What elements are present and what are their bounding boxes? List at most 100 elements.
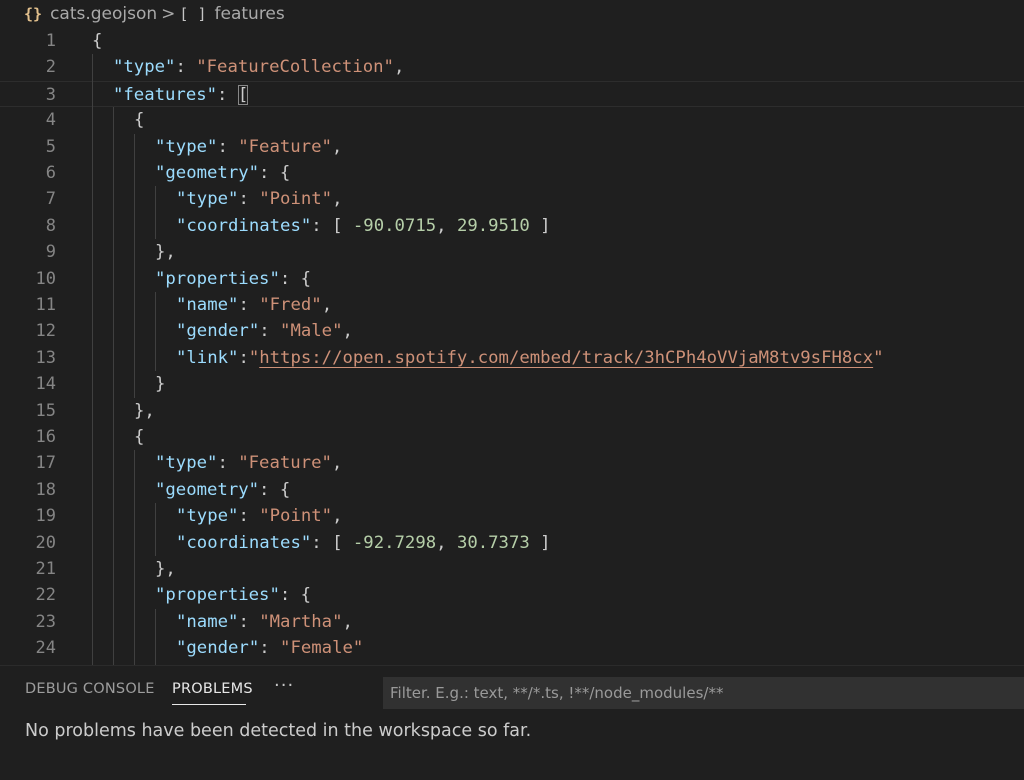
json-key: "link"	[176, 347, 239, 368]
line-number: 23	[35, 611, 56, 632]
code-line[interactable]: 14}	[0, 371, 1024, 397]
code-line[interactable]: 23 "name": "Martha",	[0, 609, 1024, 635]
line-number: 6	[45, 163, 56, 183]
line-number: 20	[35, 532, 56, 553]
code-line[interactable]: 3 "features": [	[0, 80, 1024, 108]
code-line[interactable]: 6 "geometry": {	[0, 160, 1024, 186]
json-punctuation: : [	[311, 532, 353, 553]
problems-filter-input[interactable]	[383, 677, 1024, 709]
json-string: "Fred"	[259, 295, 322, 315]
line-number: 12	[35, 321, 56, 342]
json-punctuation: : {	[259, 479, 291, 500]
line-code: "name": "Fred",	[176, 292, 332, 318]
code-line[interactable]: 20 "coordinates": [ -92.7298, 30.7373 ]	[0, 530, 1024, 556]
json-string: "Male"	[280, 321, 343, 342]
json-punctuation: {	[92, 31, 103, 51]
line-code: "properties": {	[155, 582, 311, 608]
line-number: 10	[35, 268, 56, 289]
code-line[interactable]: 22 "properties": {	[0, 582, 1024, 608]
json-key: "gender"	[176, 638, 260, 659]
chevron-right-icon: >	[161, 4, 176, 24]
active-tab-indicator	[172, 704, 246, 705]
breadcrumb-symbol[interactable]: features	[215, 4, 285, 24]
line-number: 5	[45, 136, 56, 157]
line-number: 17	[35, 453, 56, 474]
tab-debug-console[interactable]: DEBUG CONSOLE	[25, 681, 155, 697]
code-line[interactable]: 18 "geometry": {	[0, 477, 1024, 503]
tab-problems[interactable]: PROBLEMS	[172, 681, 253, 697]
json-number: -90.0715	[352, 215, 437, 236]
json-punctuation: ,	[331, 136, 343, 157]
json-punctuation: {	[134, 110, 145, 131]
code-line[interactable]: 2 "type": "FeatureCollection",	[0, 54, 1024, 80]
code-line[interactable]: 7 "type": "Point",	[0, 186, 1024, 212]
code-line[interactable]: 5 "type": "Feature",	[0, 134, 1024, 160]
code-line[interactable]: 12 "gender": "Male",	[0, 318, 1024, 344]
code-line[interactable]: 21},	[0, 556, 1024, 582]
json-number: -92.7298	[352, 532, 437, 553]
code-line[interactable]: 11 "name": "Fred",	[0, 292, 1024, 318]
line-number: 18	[35, 479, 56, 500]
line-code: },	[134, 398, 155, 424]
code-line[interactable]: 8 "coordinates": [ -90.0715, 29.9510 ]	[0, 213, 1024, 239]
json-punctuation: :	[217, 136, 239, 157]
code-line[interactable]: 24 "gender": "Female"	[0, 635, 1024, 661]
code-line[interactable]: 10 "properties": {	[0, 266, 1024, 292]
json-punctuation: ,	[393, 57, 405, 78]
line-code: "geometry": {	[155, 477, 290, 503]
json-punctuation: :	[217, 84, 238, 105]
line-number: 21	[35, 559, 56, 579]
json-string: "Martha"	[259, 611, 343, 632]
json-punctuation: :	[175, 57, 197, 78]
json-key: "features"	[113, 84, 218, 105]
json-string: "	[248, 347, 260, 368]
breadcrumb: {} cats.geojson > [ ] features	[0, 0, 1024, 28]
line-code: "type": "Feature",	[155, 450, 342, 476]
indent-guide	[155, 608, 156, 665]
line-code: {	[134, 424, 144, 450]
code-line[interactable]: 19 "type": "Point",	[0, 503, 1024, 529]
code-line[interactable]: 13 "link":"https://open.spotify.com/embed…	[0, 345, 1024, 371]
line-number: 1	[45, 31, 56, 51]
line-number: 19	[35, 506, 56, 527]
code-editor[interactable]: 1{2 "type": "FeatureCollection", 3 "feature…	[0, 28, 1024, 665]
json-punctuation: ,	[436, 532, 457, 553]
code-line[interactable]: 9},	[0, 239, 1024, 265]
json-punctuation: ,	[321, 295, 333, 315]
json-key: "type"	[176, 506, 239, 527]
json-key: "name"	[176, 295, 239, 315]
json-link[interactable]: https://open.spotify.com/embed/track/3hC…	[259, 348, 873, 368]
json-key: "coordinates"	[176, 215, 312, 236]
code-line[interactable]: 1{	[0, 28, 1024, 54]
code-line[interactable]: 16 {	[0, 424, 1024, 450]
line-code: "properties": {	[155, 266, 311, 292]
json-file-icon: {}	[24, 5, 43, 23]
code-line[interactable]: 4{	[0, 107, 1024, 133]
json-punctuation: {	[134, 427, 145, 447]
line-number: 8	[45, 215, 56, 236]
more-actions-icon[interactable]: ···	[274, 675, 294, 696]
json-number: 29.9510	[456, 215, 530, 236]
array-symbol-icon: [ ]	[179, 5, 207, 23]
line-number: 4	[45, 110, 56, 131]
line-code: "type": "Point",	[176, 503, 343, 529]
line-number: 7	[45, 189, 56, 210]
line-number: 24	[35, 638, 56, 659]
indent-guide	[155, 503, 156, 556]
line-code: "type": "FeatureCollection",	[113, 54, 404, 80]
json-string: "Feature"	[238, 453, 332, 474]
problems-empty-message: No problems have been detected in the wo…	[25, 721, 532, 741]
breadcrumb-file[interactable]: cats.geojson	[50, 4, 157, 24]
indent-guide	[155, 186, 156, 240]
json-string: "Feature"	[238, 136, 332, 157]
json-string: "	[873, 347, 884, 368]
json-punctuation: :	[217, 453, 239, 474]
json-key: "properties"	[155, 585, 280, 606]
json-punctuation: ,	[332, 189, 343, 210]
line-code: {	[92, 28, 102, 54]
code-line[interactable]: 17 "type": "Feature",	[0, 450, 1024, 476]
json-number: 30.7373	[456, 532, 530, 553]
json-punctuation: : [	[311, 215, 353, 236]
json-punctuation: ]	[529, 215, 551, 236]
code-line[interactable]: 15},	[0, 398, 1024, 424]
